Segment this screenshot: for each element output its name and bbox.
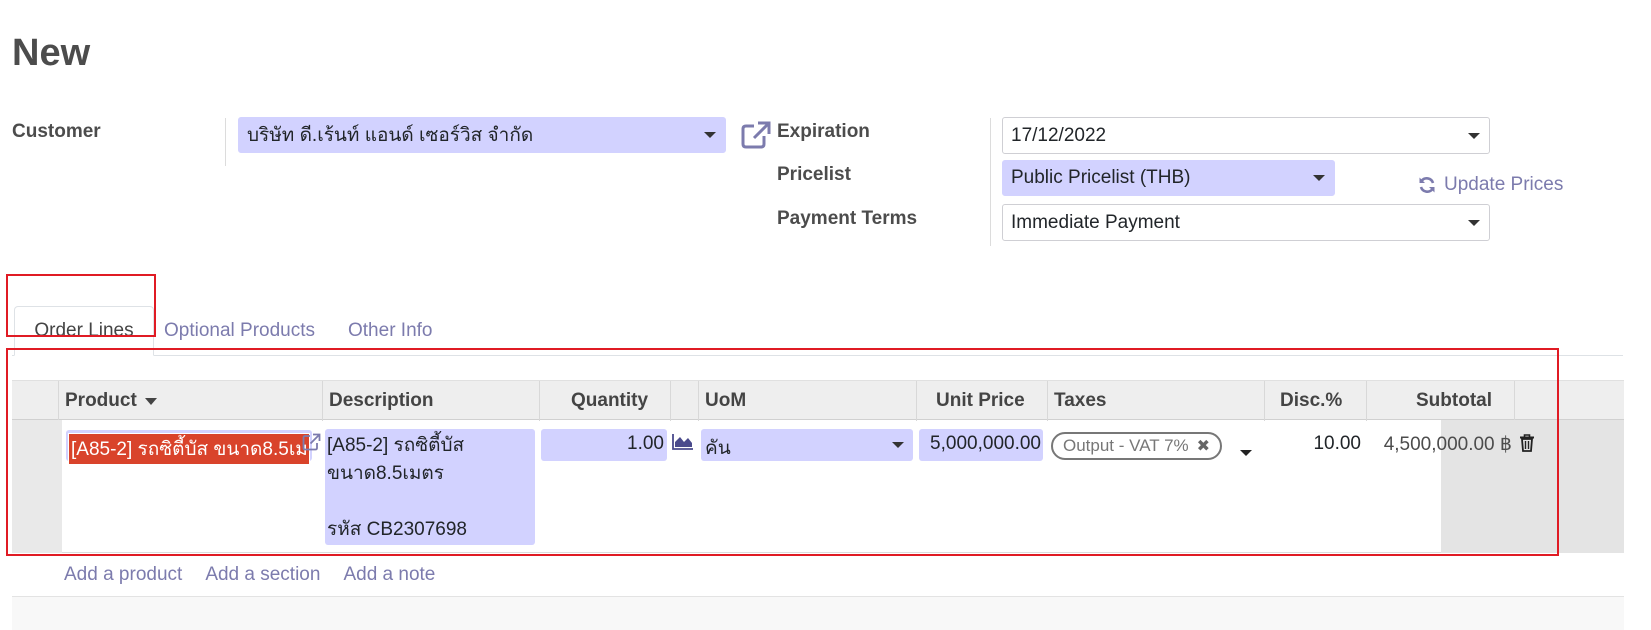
column-uom[interactable]: UoM — [705, 381, 746, 421]
column-quantity[interactable]: Quantity — [571, 381, 648, 421]
column-discount[interactable]: Disc.% — [1280, 381, 1342, 421]
payment-terms-value: Immediate Payment — [1011, 211, 1180, 233]
column-divider — [539, 381, 540, 421]
pricelist-value: Public Pricelist (THB) — [1011, 167, 1191, 188]
pricelist-label: Pricelist — [777, 164, 851, 185]
trash-icon[interactable] — [1519, 434, 1535, 452]
payment-terms-label: Payment Terms — [777, 208, 918, 229]
expiration-value: 17/12/2022 — [1011, 124, 1107, 146]
row-handle-cell — [12, 420, 62, 553]
chevron-down-icon[interactable] — [1313, 175, 1325, 181]
page-title: New — [12, 32, 91, 74]
uom-select[interactable]: คัน — [701, 429, 913, 461]
column-divider — [1366, 381, 1367, 421]
unit-price-value: 5,000,000.00 — [930, 433, 1041, 454]
column-divider — [698, 381, 699, 421]
customer-label: Customer — [12, 121, 101, 142]
chevron-down-icon[interactable] — [1468, 133, 1480, 139]
customer-value: บริษัท ดี.เร้นท์ แอนด์ เซอร์วิส จำกัด — [247, 125, 534, 146]
expiration-label: Expiration — [777, 121, 870, 142]
column-subtotal[interactable]: Subtotal — [1416, 381, 1492, 421]
add-note-link[interactable]: Add a note — [343, 564, 435, 586]
product-value: [A85-2] รถซิตี้บัส ขนาด8.5เมตร — [68, 433, 310, 465]
tab-other-info[interactable]: Other Info — [348, 306, 433, 356]
update-prices-label: Update Prices — [1444, 174, 1564, 195]
description-line: [A85-2] รถซิตี้บัส — [327, 435, 465, 456]
column-description[interactable]: Description — [329, 381, 434, 421]
field-divider — [990, 118, 991, 246]
column-divider — [322, 381, 323, 421]
column-divider — [58, 381, 59, 421]
column-divider — [1264, 381, 1265, 421]
caret-down-icon — [144, 397, 157, 405]
update-prices-button[interactable]: Update Prices — [1418, 174, 1563, 196]
column-divider — [916, 381, 917, 421]
notes-area — [12, 596, 1624, 630]
description-line: รหัส CB2307698 — [327, 519, 467, 540]
tax-tag: Output - VAT 7% ✖ — [1051, 432, 1223, 460]
add-product-link[interactable]: Add a product — [64, 564, 182, 586]
remove-tag-icon[interactable]: ✖ — [1197, 436, 1210, 456]
column-taxes[interactable]: Taxes — [1054, 381, 1106, 421]
column-product-label: Product — [65, 390, 137, 411]
subtotal-value: 4,500,000.00 ฿ — [1383, 434, 1512, 455]
column-divider — [670, 381, 671, 421]
refresh-icon — [1419, 177, 1435, 193]
column-product[interactable]: Product — [65, 381, 157, 421]
taxes-dropdown-chevron-icon[interactable] — [1240, 450, 1252, 456]
table-header: Product Description Quantity UoM Unit Pr… — [12, 380, 1624, 421]
add-section-link[interactable]: Add a section — [205, 564, 320, 586]
external-link-icon[interactable] — [741, 121, 771, 149]
column-divider — [1047, 381, 1048, 421]
description-blank-line — [327, 488, 533, 516]
discount-input[interactable]: 10.00 — [1272, 423, 1361, 461]
field-divider — [225, 118, 226, 166]
area-chart-icon[interactable] — [672, 433, 694, 450]
expiration-date-field[interactable]: 17/12/2022 — [1002, 117, 1490, 154]
chevron-down-icon[interactable] — [892, 442, 904, 448]
external-link-icon[interactable] — [302, 433, 321, 451]
tax-tag-label: Output - VAT 7% — [1063, 436, 1189, 455]
discount-value: 10.00 — [1313, 433, 1361, 454]
unit-price-input[interactable]: 5,000,000.00 — [919, 429, 1043, 461]
payment-terms-field[interactable]: Immediate Payment — [1002, 204, 1490, 241]
tab-order-lines[interactable]: Order Lines — [14, 306, 154, 356]
quantity-input[interactable]: 1.00 — [541, 429, 667, 461]
column-divider — [1514, 381, 1515, 421]
uom-value: คัน — [705, 438, 731, 459]
add-line-links: Add a product Add a section Add a note — [64, 564, 435, 586]
quantity-value: 1.00 — [627, 433, 664, 454]
tab-optional-products[interactable]: Optional Products — [164, 306, 315, 356]
chevron-down-icon[interactable] — [704, 132, 716, 138]
customer-field[interactable]: บริษัท ดี.เร้นท์ แอนด์ เซอร์วิส จำกัด — [238, 117, 726, 153]
chevron-down-icon[interactable] — [1468, 220, 1480, 226]
description-textarea[interactable]: [A85-2] รถซิตี้บัส ขนาด8.5เมตร รหัส CB23… — [325, 429, 535, 545]
description-line: ขนาด8.5เมตร — [327, 463, 444, 484]
column-unit-price[interactable]: Unit Price — [936, 381, 1025, 421]
pricelist-field[interactable]: Public Pricelist (THB) — [1002, 160, 1335, 196]
table-row[interactable]: [A85-2] รถซิตี้บัส ขนาด8.5เมตร [A85-2] ร… — [12, 420, 1624, 553]
product-input[interactable]: [A85-2] รถซิตี้บัส ขนาด8.5เมตร — [66, 430, 312, 465]
